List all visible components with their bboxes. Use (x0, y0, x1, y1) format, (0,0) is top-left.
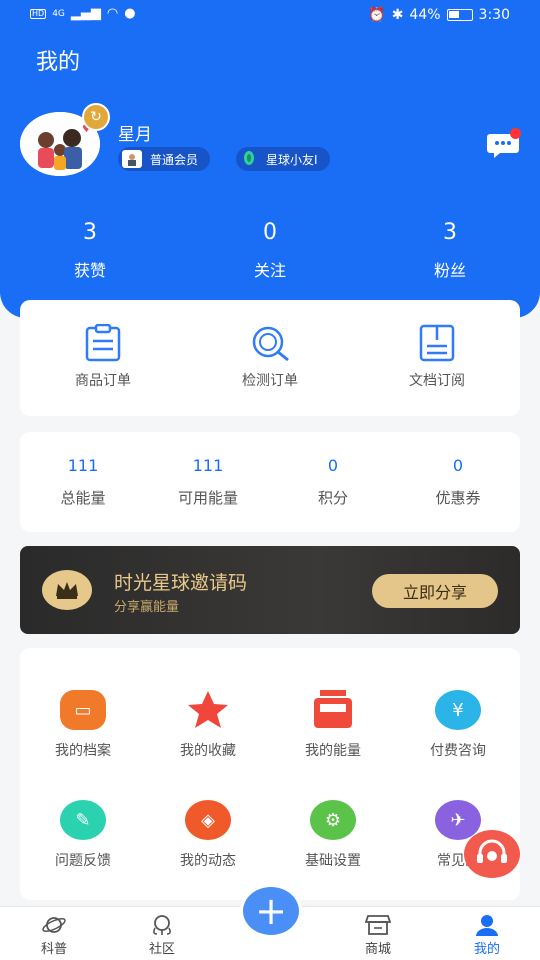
member-avatar-icon (122, 150, 142, 168)
unread-badge (510, 128, 521, 139)
tool-label: 问题反馈 (55, 853, 111, 869)
member-tag[interactable]: 普通会员 (118, 147, 211, 171)
points[interactable]: 0 积分 (278, 456, 388, 508)
invite-subtitle: 分享赢能量 (114, 600, 180, 615)
sim-icon: HD (30, 8, 47, 19)
tab-label: 商城 (364, 942, 391, 957)
test-order-button[interactable]: 检测订单 (195, 324, 345, 390)
archive-icon: ▭ (60, 690, 106, 730)
energy-value: 111 (67, 456, 99, 475)
tab-store[interactable]: 商城 (338, 906, 418, 957)
goods-order-button[interactable]: 商品订单 (28, 323, 178, 390)
energy-label: 积分 (317, 489, 348, 507)
energy-value: 0 (327, 456, 339, 475)
paid-consult-button[interactable]: ¥ 付费咨询 (403, 690, 513, 760)
alarm-icon: ⏰ (368, 7, 386, 23)
network-label: 4G (52, 8, 65, 19)
page-title: 我的 (36, 50, 81, 75)
community-icon (153, 915, 171, 935)
order-label: 商品订单 (75, 373, 131, 389)
level-tag[interactable]: 星球小友I (236, 147, 330, 171)
tool-label: 我的动态 (180, 853, 236, 869)
doc-subscribe-button[interactable]: 文档订阅 (362, 324, 512, 390)
status-bar: HD 4G ▂▄▆ ◠ ● ⏰ ✱ 44% 3:30 (0, 0, 540, 32)
gear-icon: ⚙ (310, 800, 356, 840)
tool-label: 我的能量 (305, 743, 361, 759)
member-tag-label: 普通会员 (150, 152, 199, 167)
headset-icon (477, 839, 507, 863)
energy-icon (310, 690, 356, 730)
feedback-button[interactable]: ✎ 问题反馈 (28, 800, 138, 870)
stat-label: 获赞 (73, 261, 106, 280)
coupons[interactable]: 0 优惠券 (403, 456, 513, 508)
tab-label: 科普 (40, 942, 67, 957)
stat-following[interactable]: 0 关注 (210, 220, 330, 281)
order-label: 文档订阅 (409, 373, 465, 389)
customer-service-button[interactable] (464, 830, 520, 878)
document-icon (419, 324, 455, 362)
tab-community[interactable]: 社区 (122, 906, 202, 957)
planet-badge-icon (240, 149, 258, 170)
stat-value: 0 (263, 220, 277, 245)
clock: 3:30 (478, 7, 510, 23)
invite-title: 时光星球邀请码 (114, 572, 248, 594)
my-favorites-button[interactable]: 我的收藏 (153, 690, 263, 760)
energy-label: 总能量 (60, 489, 106, 507)
search-test-icon (252, 326, 289, 362)
compass-icon: ◈ (185, 800, 231, 840)
energy-value: 0 (452, 456, 464, 475)
tab-mine[interactable]: 我的 (447, 906, 527, 957)
tool-label: 基础设置 (305, 853, 361, 869)
clipboard-icon (85, 323, 121, 362)
refresh-avatar-icon[interactable]: ↻ (82, 103, 110, 131)
energy-available[interactable]: 111 可用能量 (153, 456, 263, 508)
energy-label: 优惠券 (435, 489, 481, 507)
my-energy-button[interactable]: 我的能量 (278, 690, 388, 760)
stat-fans[interactable]: 3 粉丝 (390, 220, 510, 281)
tab-label: 我的 (473, 942, 500, 957)
feedback-icon: ✎ (60, 800, 106, 840)
tab-label: 社区 (148, 942, 175, 957)
tab-science[interactable]: 科普 (14, 906, 94, 957)
stat-value: 3 (83, 220, 97, 245)
stat-label: 粉丝 (433, 261, 466, 280)
username: 星月 (118, 125, 152, 145)
order-label: 检测订单 (242, 373, 298, 389)
star-icon (185, 690, 231, 730)
tool-label: 我的档案 (55, 743, 111, 759)
tool-label: 付费咨询 (430, 743, 486, 759)
my-moments-button[interactable]: ◈ 我的动态 (153, 800, 263, 870)
share-now-button[interactable]: 立即分享 (372, 574, 498, 608)
my-archive-button[interactable]: ▭ 我的档案 (28, 690, 138, 760)
battery-percent: 44% (409, 7, 441, 23)
store-icon (365, 915, 391, 935)
wifi-icon: ◠ (106, 6, 119, 21)
settings-button[interactable]: ⚙ 基础设置 (278, 800, 388, 870)
crown-icon (42, 570, 92, 610)
level-tag-label: 星球小友I (266, 152, 318, 167)
planet-icon (42, 917, 66, 933)
message-icon: ● (124, 6, 136, 21)
bluetooth-icon: ✱ (391, 7, 404, 23)
signal-icon: ▂▄▆ (70, 6, 101, 21)
create-post-button[interactable]: + (240, 884, 302, 938)
tool-label: 我的收藏 (180, 743, 236, 759)
energy-label: 可用能量 (177, 489, 238, 507)
plus-icon: + (255, 889, 287, 933)
energy-total[interactable]: 111 总能量 (28, 456, 138, 508)
user-icon (476, 915, 498, 936)
energy-value: 111 (192, 456, 224, 475)
battery-icon (446, 9, 473, 21)
stat-likes[interactable]: 3 获赞 (30, 220, 150, 281)
yuan-icon: ¥ (435, 690, 481, 730)
stat-value: 3 (443, 220, 457, 245)
stat-label: 关注 (253, 261, 286, 280)
